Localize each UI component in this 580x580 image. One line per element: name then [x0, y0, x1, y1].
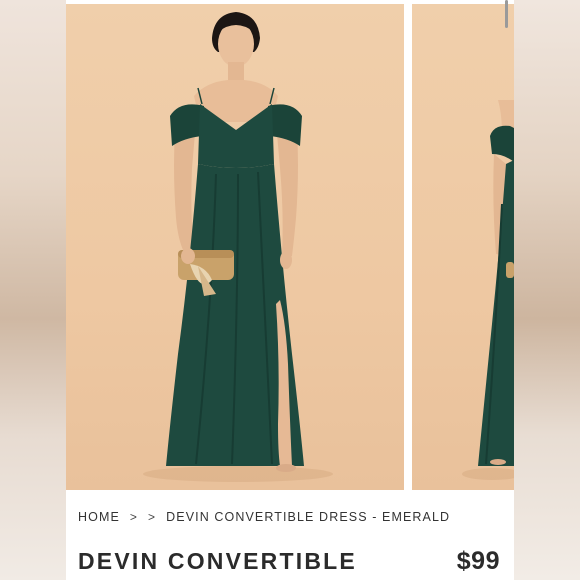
- breadcrumb-separator-icon: >: [129, 510, 139, 524]
- product-price: $99: [456, 547, 500, 575]
- product-info: HOME > > DEVIN CONVERTIBLE DRESS - EMERA…: [66, 490, 514, 580]
- model-in-dress-image: [143, 12, 333, 482]
- blurred-backdrop-left: [0, 0, 66, 580]
- scrollbar-thumb[interactable]: [505, 0, 508, 28]
- breadcrumb-home-link[interactable]: HOME: [78, 510, 120, 524]
- breadcrumb-separator-icon: >: [148, 510, 157, 524]
- breadcrumb-current: DEVIN CONVERTIBLE DRESS - EMERALD: [166, 510, 451, 524]
- product-title: DEVIN CONVERTIBLE: [78, 548, 357, 574]
- breadcrumb: HOME > > DEVIN CONVERTIBLE DRESS - EMERA…: [78, 510, 450, 524]
- blurred-backdrop-right: [514, 0, 580, 580]
- model-side-view-image: [462, 100, 514, 480]
- product-image-gallery[interactable]: [66, 0, 514, 490]
- product-photo-next[interactable]: [412, 4, 514, 490]
- product-card: HOME > > DEVIN CONVERTIBLE DRESS - EMERA…: [66, 0, 514, 580]
- product-photo-main[interactable]: [66, 4, 404, 490]
